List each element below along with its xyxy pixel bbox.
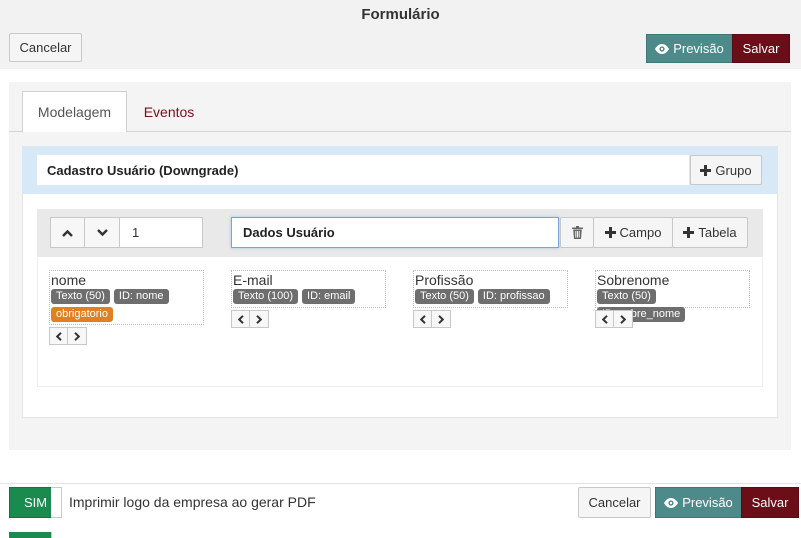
- field-tags: Texto (50) ID: profissao: [415, 289, 566, 304]
- footer-cancel-label: Cancelar: [588, 495, 641, 510]
- move-up-button[interactable]: [50, 217, 85, 248]
- field-move-controls: [231, 310, 269, 328]
- field-card-nome[interactable]: nome Texto (50) ID: nome obrigatorio: [49, 270, 204, 325]
- field-card-email[interactable]: E-mail Texto (100) ID: email: [231, 270, 386, 308]
- field-move-controls: [49, 327, 87, 345]
- move-left-button[interactable]: [49, 327, 68, 345]
- tab-eventos-label: Eventos: [143, 103, 195, 120]
- required-badge: obrigatorio: [51, 307, 113, 322]
- eye-icon: [655, 43, 670, 54]
- field-id-badge: ID: profissao: [477, 289, 550, 304]
- footer-save-label: Salvar: [751, 495, 789, 510]
- chevron-right-icon: [438, 314, 444, 324]
- field-type-badge: Texto (50): [51, 289, 110, 304]
- chevron-left-icon: [55, 331, 62, 341]
- table-order-control: [50, 217, 203, 248]
- move-right-button[interactable]: [250, 310, 269, 328]
- field-move-controls: [595, 310, 633, 328]
- eye-icon: [664, 497, 679, 508]
- chevron-left-icon: [601, 314, 608, 324]
- preview-button[interactable]: Previsão: [646, 34, 733, 63]
- move-right-button[interactable]: [614, 310, 633, 328]
- footer-cancel-button[interactable]: Cancelar: [578, 487, 651, 518]
- field-card-sobrenome[interactable]: Sobrenome Texto (50) ID: sobre_nome: [595, 270, 750, 322]
- field-type-badge: Texto (50): [597, 289, 656, 304]
- field-name: nome: [51, 272, 87, 288]
- save-button[interactable]: Salvar: [732, 34, 790, 63]
- field-name: Sobrenome: [597, 272, 670, 288]
- chevron-right-icon: [256, 314, 262, 324]
- table-name-input[interactable]: [231, 217, 559, 248]
- field-type-badge: Texto (50): [415, 289, 474, 304]
- print-logo-label: Imprimir logo da empresa ao gerar PDF: [69, 494, 316, 510]
- toggle-off-side[interactable]: [51, 487, 62, 518]
- plus-icon: [683, 227, 695, 238]
- add-group-label: Grupo: [715, 162, 752, 178]
- next-toggle[interactable]: [9, 532, 52, 538]
- move-right-button[interactable]: [68, 327, 87, 345]
- plus-icon: [700, 164, 712, 176]
- field-name: E-mail: [233, 272, 273, 288]
- field-move-controls: [413, 310, 451, 328]
- trash-icon: [571, 226, 583, 239]
- field-card-profissao[interactable]: Profissão Texto (50) ID: profissao: [413, 270, 568, 308]
- chevron-down-icon: [96, 228, 108, 237]
- field-name: Profissão: [415, 272, 474, 288]
- move-down-button[interactable]: [85, 217, 120, 248]
- add-table-button[interactable]: Tabela: [672, 217, 748, 248]
- move-left-button[interactable]: [231, 310, 250, 328]
- move-left-button[interactable]: [595, 310, 614, 328]
- chevron-left-icon: [237, 314, 244, 324]
- chevron-up-icon: [62, 229, 73, 237]
- page-title: Formulário: [361, 6, 440, 23]
- tab-modelagem[interactable]: Modelagem: [22, 91, 127, 132]
- next-toggle-off-side[interactable]: [51, 532, 62, 538]
- footer-preview-button[interactable]: Previsão: [655, 487, 742, 518]
- save-button-label: Salvar: [742, 41, 780, 56]
- field-tags: Texto (100) ID: email: [233, 289, 384, 304]
- delete-table-button[interactable]: [560, 217, 594, 248]
- field-tags: Texto (50) ID: nome obrigatorio: [51, 289, 202, 322]
- tab-eventos[interactable]: Eventos: [130, 91, 208, 132]
- field-id-badge: ID: nome: [113, 289, 169, 304]
- field-type-badge: Texto (100): [233, 289, 299, 304]
- move-right-button[interactable]: [432, 310, 451, 328]
- field-id-badge: ID: email: [302, 289, 356, 304]
- chevron-left-icon: [419, 314, 426, 324]
- cancel-button[interactable]: Cancelar: [9, 33, 82, 62]
- table-order-input[interactable]: [120, 217, 203, 248]
- plus-icon: [604, 227, 616, 238]
- cancel-button-label: Cancelar: [19, 40, 72, 55]
- group-title[interactable]: Cadastro Usuário (Downgrade): [37, 155, 689, 185]
- add-group-button[interactable]: Grupo: [690, 155, 762, 185]
- chevron-right-icon: [74, 331, 80, 341]
- toggle-on-label: SIM: [23, 495, 48, 510]
- move-left-button[interactable]: [413, 310, 432, 328]
- footer-divider: [0, 483, 801, 484]
- footer-preview-label: Previsão: [682, 495, 733, 510]
- footer-save-button[interactable]: Salvar: [741, 487, 799, 518]
- add-table-label: Tabela: [698, 225, 737, 240]
- preview-button-label: Previsão: [673, 41, 724, 56]
- tab-modelagem-label: Modelagem: [37, 104, 112, 120]
- chevron-right-icon: [620, 314, 626, 324]
- add-field-label: Campo: [619, 225, 662, 240]
- add-field-button[interactable]: Campo: [593, 217, 673, 248]
